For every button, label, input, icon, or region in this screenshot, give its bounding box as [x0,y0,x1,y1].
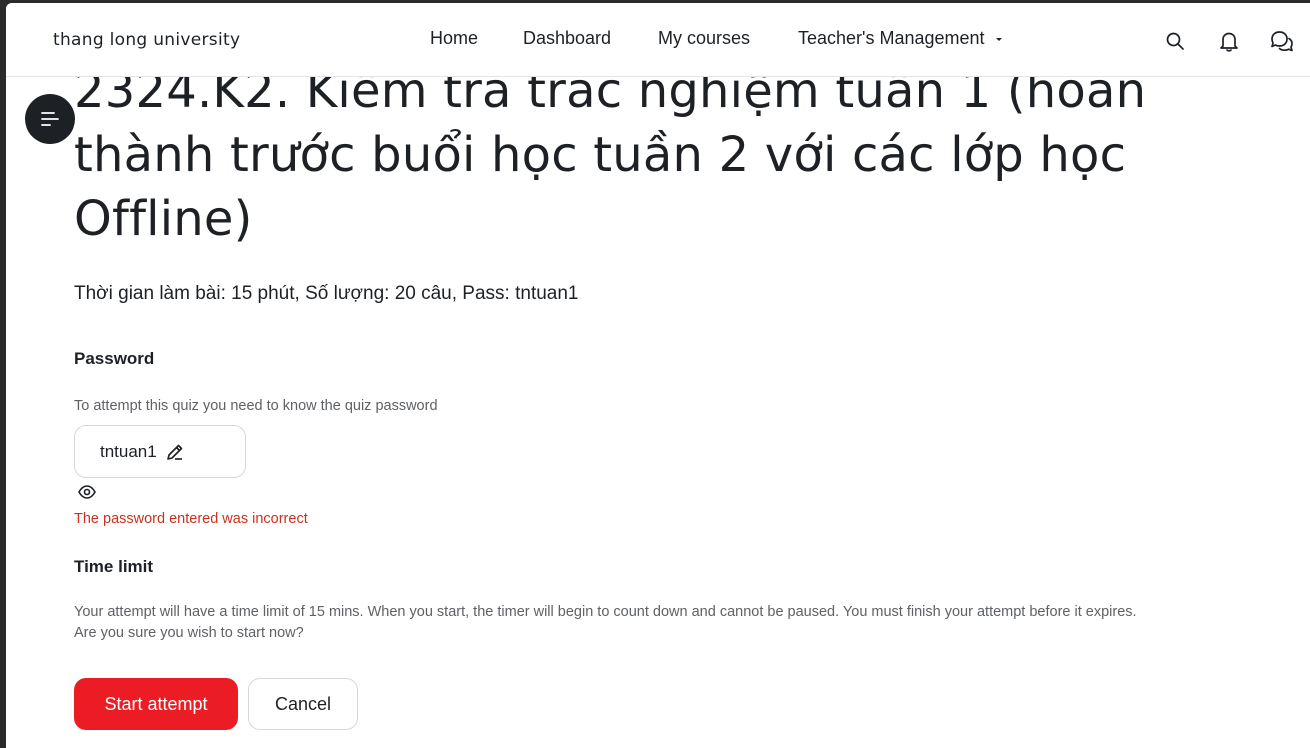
nav-teachers-management[interactable]: Teacher's Management [798,28,1003,49]
password-input[interactable]: tntuan1 [74,425,246,478]
cancel-button[interactable]: Cancel [248,678,358,730]
password-heading: Password [74,349,155,368]
quiz-intro: Thời gian làm bài: 15 phút, Số lượng: 20… [74,283,579,304]
eye-icon[interactable] [77,483,97,501]
drawer-toggle-button[interactable] [25,94,75,144]
top-navbar: thang long university Home Dashboard My … [6,3,1310,77]
nav-dashboard[interactable]: Dashboard [523,28,611,49]
page-title: 2324.K2. Kiểm tra trắc nghiệm tuần 1 (ho… [74,63,1147,247]
password-value: tntuan1 [100,441,157,461]
search-icon[interactable] [1162,28,1188,54]
time-limit-heading: Time limit [74,557,154,576]
messages-icon[interactable] [1269,28,1295,54]
pencil-icon[interactable] [165,442,185,462]
browser-window: 2324.K2. Kiểm tra trắc nghiệm tuần 1 (ho… [6,3,1310,748]
nav-home[interactable]: Home [430,28,478,49]
caret-down-icon [995,35,1003,43]
nav-teachers-management-label: Teacher's Management [798,28,985,48]
time-limit-help: Your attempt will have a time limit of 1… [74,604,1137,641]
bell-icon[interactable] [1216,28,1242,54]
start-attempt-button[interactable]: Start attempt [74,678,238,730]
menu-lines-icon [40,111,60,127]
password-help: To attempt this quiz you need to know th… [74,398,438,414]
site-brand[interactable]: thang long university [53,30,240,50]
password-error: The password entered was incorrect [74,511,308,527]
nav-my-courses[interactable]: My courses [658,28,750,49]
